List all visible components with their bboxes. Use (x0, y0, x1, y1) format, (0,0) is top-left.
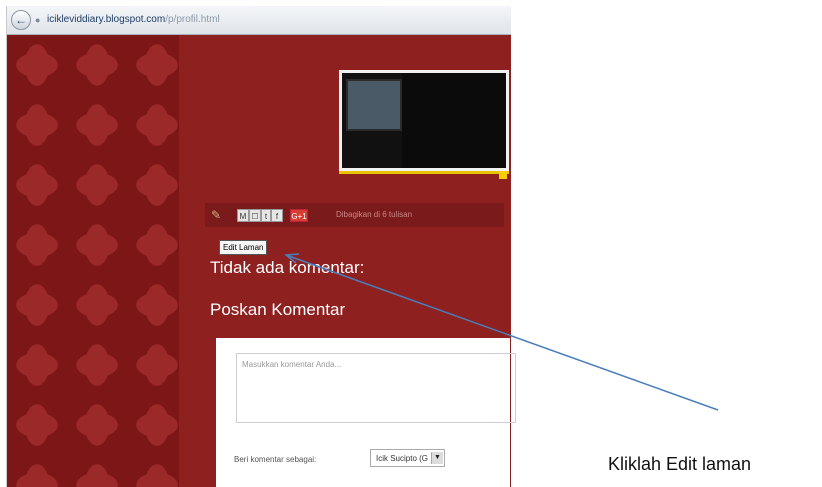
identity-select[interactable]: Icik Sucipto (G ▼ (370, 449, 446, 467)
selection-handle[interactable] (499, 171, 507, 179)
photo-monitor (346, 79, 402, 131)
twitter-share-button[interactable]: t (261, 209, 271, 222)
comment-textarea[interactable]: Masukkan komentar Anda... (236, 353, 516, 423)
url-text[interactable]: icikleviddiary.blogspot.com/p/profil.htm… (47, 14, 220, 25)
no-comments-text: Tidak ada komentar: (210, 258, 365, 277)
blog-share-button[interactable]: ☐ (249, 209, 261, 222)
pencil-icon[interactable]: ✎ (211, 208, 221, 222)
url-path: /p/profil.html (165, 14, 220, 25)
comment-form: Masukkan komentar Anda... Beri komentar … (216, 338, 516, 487)
shared-count-text: Dibagikan di 6 tulisan (336, 210, 413, 219)
back-arrow-icon[interactable]: ← (11, 10, 31, 30)
background-pattern (7, 35, 179, 487)
post-comment-heading: Poskan Komentar (210, 300, 346, 319)
annotation-caption: Kliklah Edit laman (608, 454, 752, 474)
gplus-button[interactable]: G+1 (290, 209, 308, 222)
identity-label: Beri komentar sebagai: (234, 455, 317, 464)
facebook-share-button[interactable]: f (271, 209, 283, 222)
identity-value: Icik Sucipto (G (376, 454, 429, 463)
profile-photo (339, 70, 509, 174)
edit-page-button[interactable]: Edit Laman (219, 240, 268, 255)
globe-icon: ● (35, 15, 41, 25)
url-host: icikleviddiary.blogspot.com (47, 14, 166, 25)
chevron-down-icon[interactable]: ▼ (431, 452, 444, 464)
address-bar[interactable]: ← ● icikleviddiary.blogspot.com/p/profil… (7, 6, 511, 35)
email-share-button[interactable]: M (237, 209, 249, 222)
